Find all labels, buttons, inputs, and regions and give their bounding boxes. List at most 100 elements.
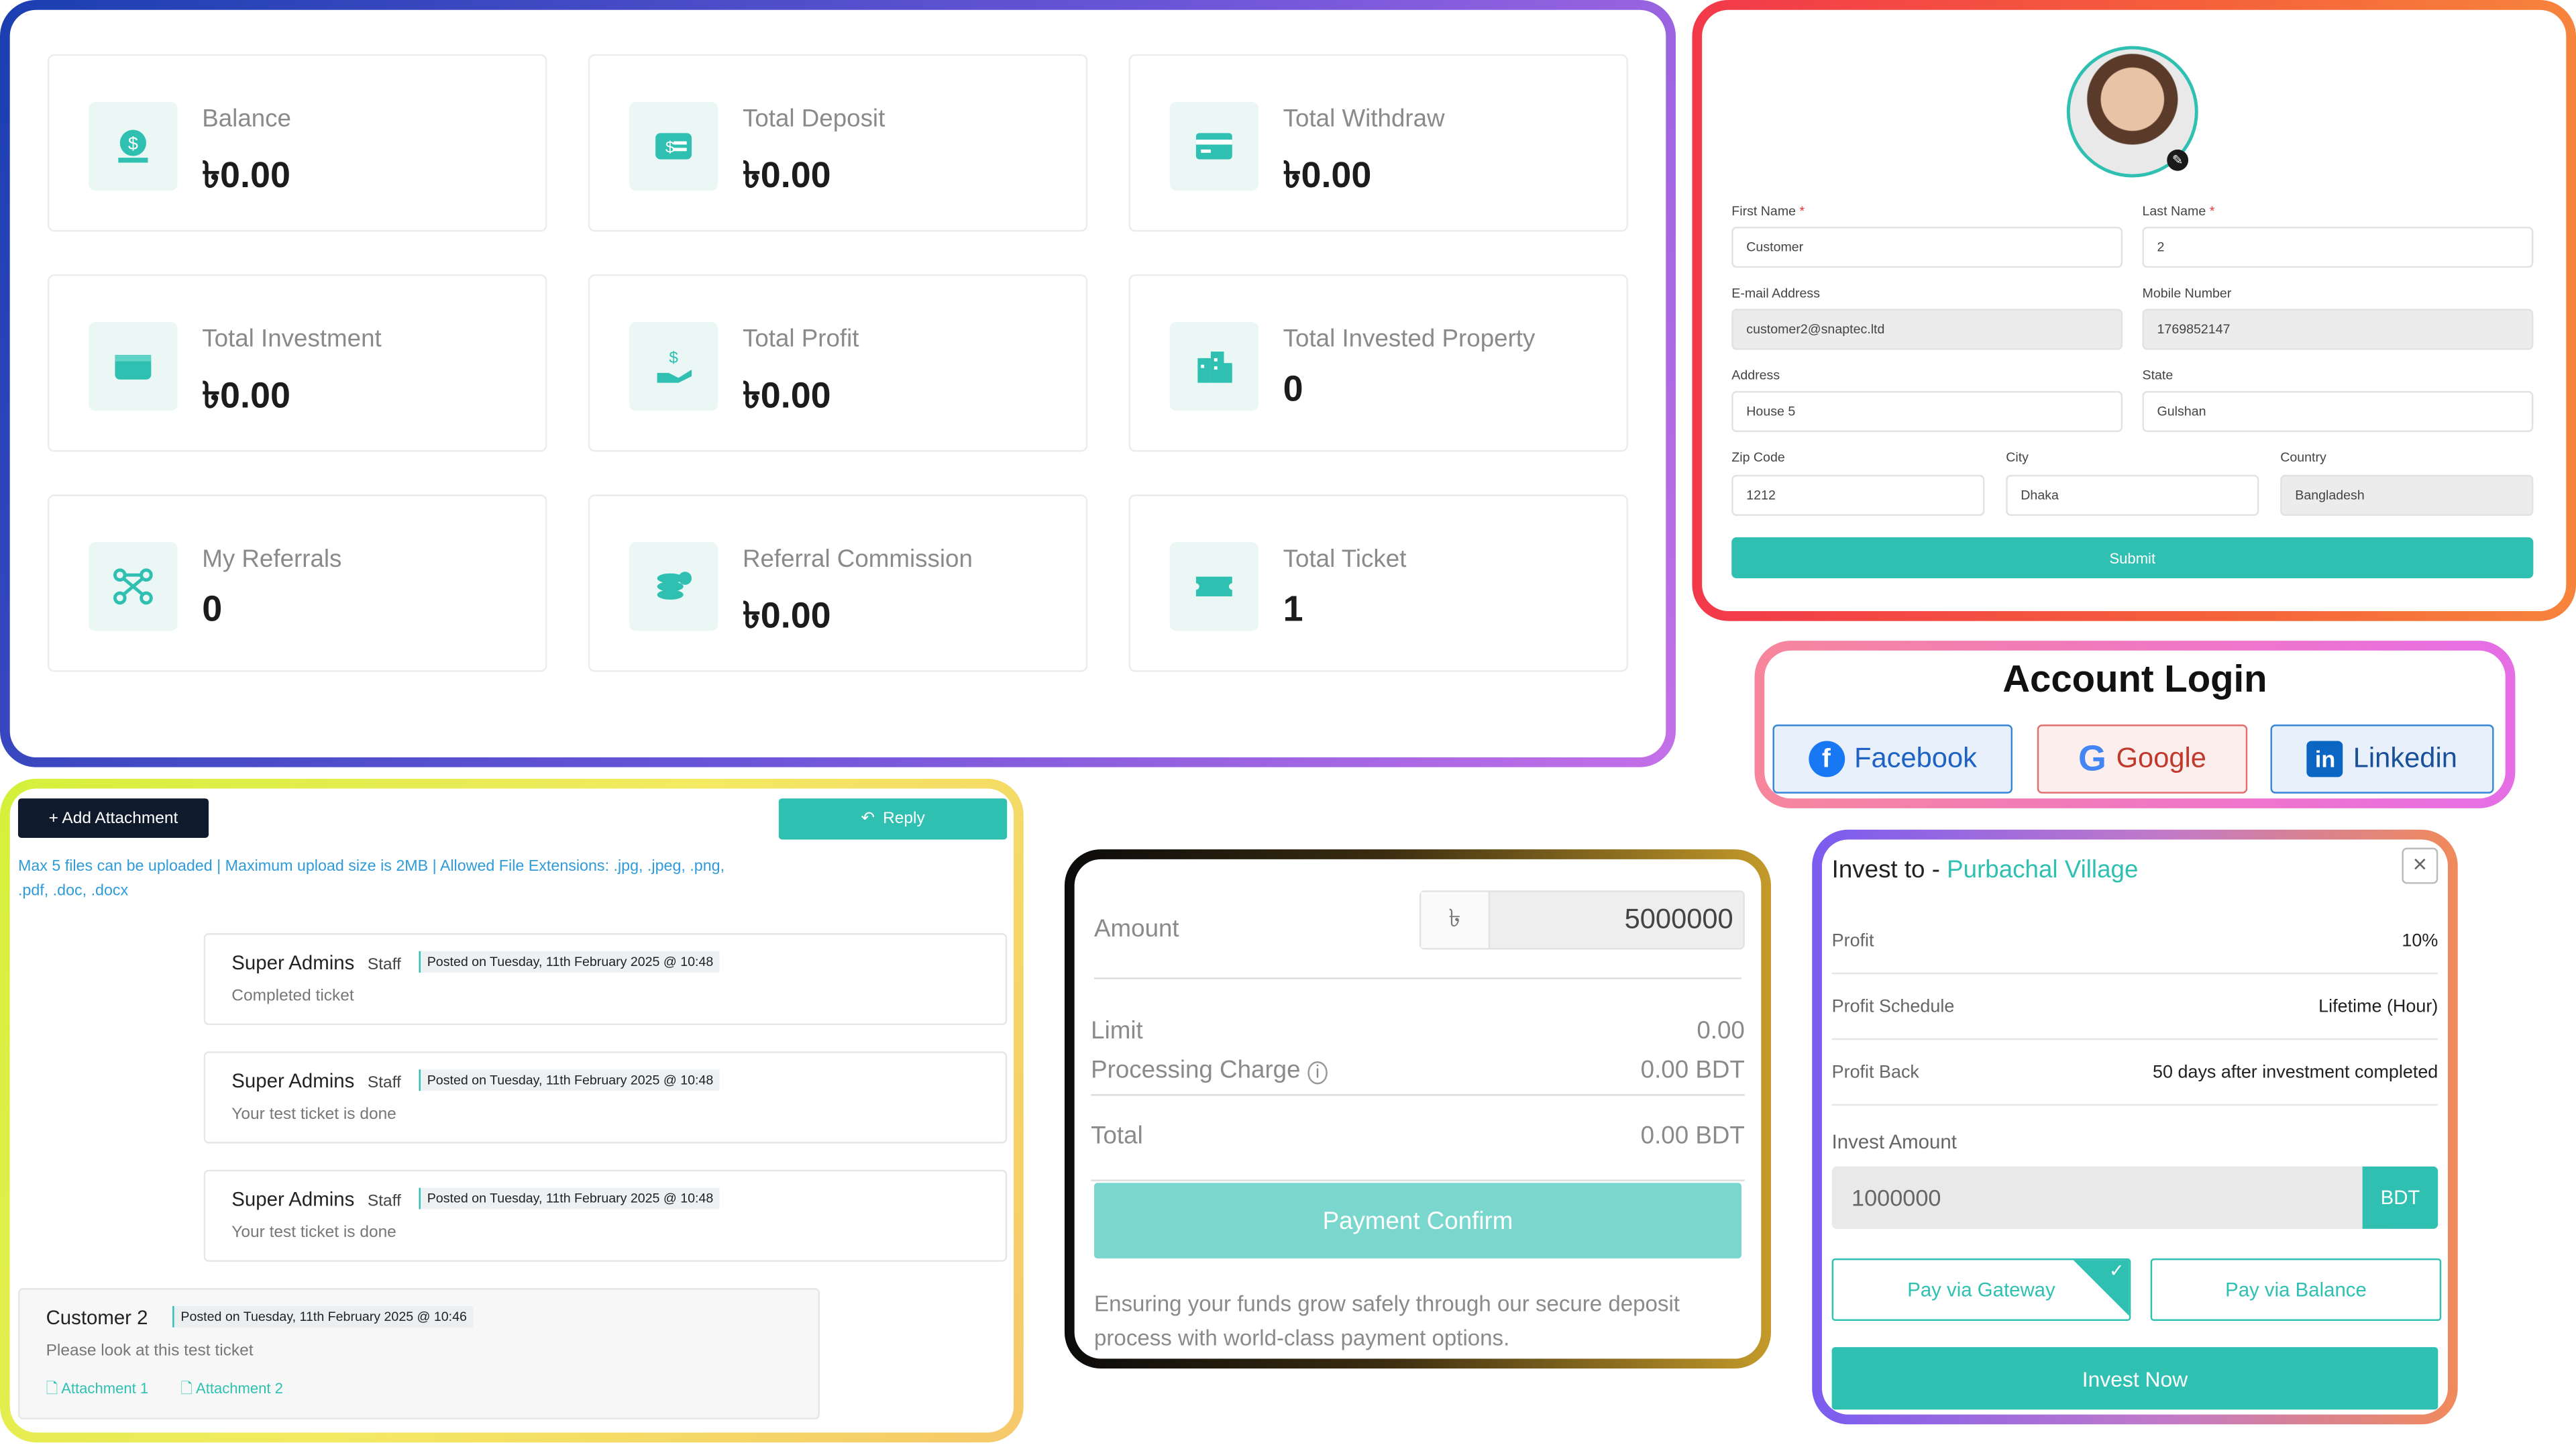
hand-dollar-icon: $ — [629, 322, 718, 411]
deposit-card-icon: $ — [629, 101, 718, 191]
last-name-label: Last Name * — [2142, 203, 2215, 219]
state-label: State — [2142, 368, 2174, 383]
invest-amount-group[interactable]: 1000000 BDT — [1831, 1166, 2438, 1229]
stat-value: ৳0.00 — [742, 374, 831, 416]
stat-card: Total Investment ৳0.00 — [48, 274, 547, 452]
zip-field[interactable]: 1212 — [1731, 474, 1985, 516]
payment-note: Ensuring your funds grow safely through … — [1094, 1291, 1680, 1351]
check-mark: ✓ — [2108, 1261, 2125, 1282]
money-bag-icon: $ — [89, 101, 178, 191]
email-label: E-mail Address — [1731, 286, 1820, 301]
coins-icon — [629, 542, 718, 631]
stat-card: $ Balance ৳0.00 — [48, 54, 547, 232]
profit-schedule-row: Profit Schedule Lifetime (Hour) — [1831, 974, 2438, 1040]
avatar[interactable]: ✎ — [2066, 46, 2198, 178]
invest-amount-input[interactable]: 1000000 — [1832, 1167, 2363, 1229]
profit-back-row: Profit Back 50 days after investment comp… — [1831, 1040, 2438, 1106]
stats-panel: $ Balance ৳0.00 $ Total Deposit ৳0.00 Total Wi… — [0, 0, 1676, 767]
network-icon — [89, 542, 178, 631]
first-name-field[interactable]: Customer — [1731, 226, 2123, 268]
info-icon[interactable]: i — [1307, 1061, 1328, 1085]
reply-icon: ↶ — [861, 810, 875, 828]
posted-date: Posted on Tuesday, 11th February 2025 @ … — [419, 951, 720, 973]
payment-confirm-button[interactable]: Payment Confirm — [1094, 1183, 1741, 1258]
stat-label: Total Profit — [742, 325, 859, 354]
stat-label: Referral Commission — [742, 545, 973, 574]
total-row: Total 0.00 BDT — [1091, 1122, 1745, 1181]
stat-value: ৳0.00 — [742, 154, 831, 196]
zip-label: Zip Code — [1731, 450, 1785, 466]
staff-message: Super Admins Staff Posted on Tuesday, 11th… — [203, 1051, 1008, 1144]
close-icon[interactable]: × — [2402, 847, 2438, 884]
staff-message: Super Admins Staff Posted on Tuesday, 11th… — [203, 1169, 1008, 1262]
amount-input[interactable]: 5000000 — [1490, 892, 1743, 948]
pay-via-balance-button[interactable]: Pay via Balance — [2150, 1258, 2442, 1321]
svg-text:$: $ — [128, 133, 138, 154]
reply-button[interactable]: ↶ Reply — [778, 798, 1008, 840]
customer-name: Customer 2 — [46, 1305, 148, 1330]
address-label: Address — [1731, 368, 1780, 383]
city-field[interactable]: Dhaka — [2006, 474, 2259, 516]
stat-card: Total Withdraw ৳0.00 — [1128, 54, 1628, 232]
author-role: Staff — [367, 956, 401, 975]
state-field[interactable]: Gulshan — [2142, 390, 2534, 433]
invest-title: Invest to - Purbachal Village — [1831, 855, 2139, 884]
stat-value: ৳0.00 — [202, 374, 290, 416]
author-role: Staff — [367, 1192, 401, 1211]
email-field[interactable]: customer2@snaptec.ltd — [1731, 309, 2123, 350]
stat-card: Total Ticket 1 — [1128, 494, 1628, 672]
stat-label: Total Ticket — [1283, 545, 1407, 574]
charge-row: Processing Charge i 0.00 BDT — [1091, 1057, 1745, 1096]
amount-input-group[interactable]: ৳ 5000000 — [1419, 890, 1745, 950]
limit-row: Limit 0.00 — [1091, 1016, 1745, 1045]
stat-card: $ Total Deposit ৳0.00 — [588, 54, 1088, 232]
svg-text:$: $ — [669, 349, 678, 367]
staff-message: Super Admins Staff Posted on Tuesday, 11th… — [203, 933, 1008, 1026]
mobile-label: Mobile Number — [2142, 286, 2232, 301]
attachment-1-link[interactable]: 🗋 Attachment 1 — [46, 1377, 149, 1403]
stat-card: Referral Commission ৳0.00 — [588, 494, 1088, 672]
first-name-label: First Name * — [1731, 203, 1805, 219]
add-attachment-button[interactable]: + Add Attachment — [17, 798, 209, 838]
profit-row: Profit 10% — [1831, 908, 2438, 975]
stat-label: My Referrals — [202, 545, 342, 574]
edit-avatar-icon[interactable]: ✎ — [2167, 149, 2189, 171]
linkedin-login-button[interactable]: in Linkedin — [2270, 724, 2494, 794]
address-field[interactable]: House 5 — [1731, 390, 2123, 433]
mobile-field[interactable]: 1769852147 — [2142, 309, 2534, 350]
stat-value: ৳0.00 — [202, 154, 290, 196]
message-author: Super Admins Staff — [231, 1069, 401, 1093]
file-icon: 🗋 — [180, 1380, 197, 1397]
stat-value: ৳0.00 — [1283, 154, 1372, 196]
currency-badge: BDT — [2362, 1166, 2438, 1229]
stat-label: Total Deposit — [742, 105, 885, 133]
last-name-field[interactable]: 2 — [2142, 226, 2534, 268]
stat-card: $ Total Profit ৳0.00 — [588, 274, 1088, 452]
country-label: Country — [2280, 450, 2326, 466]
stat-card: My Referrals 0 — [48, 494, 547, 672]
linkedin-icon: in — [2307, 741, 2344, 777]
message-author: Super Admins Staff — [231, 1187, 401, 1211]
facebook-login-button[interactable]: f Facebook — [1772, 724, 2013, 794]
google-login-button[interactable]: G Google — [2037, 724, 2248, 794]
stat-label: Total Invested Property — [1283, 325, 1536, 354]
amount-label: Amount — [1094, 915, 1179, 943]
stat-value: 0 — [202, 588, 223, 629]
stat-value: ৳0.00 — [742, 594, 831, 636]
posted-date: Posted on Tuesday, 11th February 2025 @ … — [419, 1069, 720, 1091]
pay-via-gateway-button[interactable]: Pay via Gateway ✓ — [1831, 1258, 2131, 1321]
stat-label: Total Investment — [202, 325, 382, 354]
city-label: City — [2006, 450, 2029, 466]
wallet-icon — [89, 322, 178, 411]
divider — [1094, 977, 1741, 979]
attachment-2-link[interactable]: 🗋 Attachment 2 — [180, 1377, 283, 1403]
stat-label: Balance — [202, 105, 292, 133]
submit-button[interactable]: Submit — [1731, 537, 2534, 579]
invest-now-button[interactable]: Invest Now — [1831, 1347, 2438, 1410]
customer-posted-date: Posted on Tuesday, 11th February 2025 @ … — [172, 1305, 474, 1328]
buildings-icon — [1169, 322, 1258, 411]
country-field[interactable]: Bangladesh — [2280, 474, 2534, 516]
message-author: Super Admins Staff — [231, 951, 401, 975]
profile-panel: ✎ First Name * Customer Last Name * 2 E-… — [1692, 0, 2576, 621]
message-text: Completed ticket — [231, 987, 354, 1006]
